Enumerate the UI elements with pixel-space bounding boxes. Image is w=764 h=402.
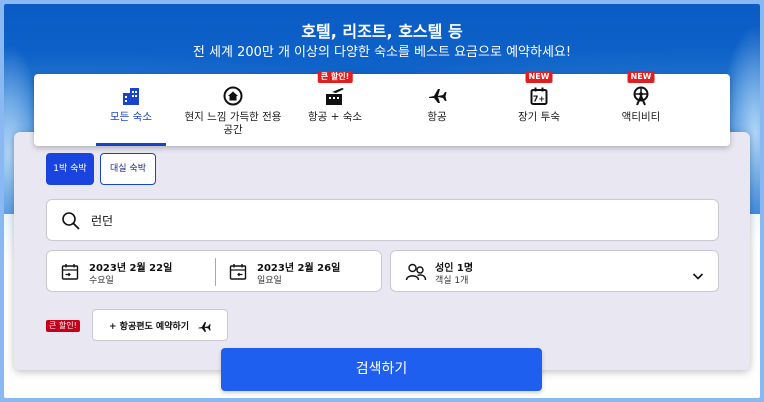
checkin-date-field[interactable]: 2023년 2월 22일 수요일 <box>47 251 215 293</box>
ferris-wheel-icon <box>586 86 696 108</box>
tab-all-stays[interactable]: 모든 숙소 <box>76 74 186 146</box>
chevron-down-icon <box>692 266 704 285</box>
people-icon <box>405 262 427 286</box>
active-tab-indicator <box>96 143 166 146</box>
airplane-icon <box>382 86 492 108</box>
day-use-stay-toggle[interactable]: 대실 숙박 <box>100 153 156 185</box>
airplane-icon <box>197 319 211 338</box>
calendar-7-icon: 7+ <box>484 86 594 108</box>
discount-badge: 큰 할인! <box>46 320 80 332</box>
tab-label: 현지 느낌 가득한 전용 공간 <box>184 111 282 136</box>
guest-count: 성인 1명 <box>435 263 474 274</box>
svg-text:7+: 7+ <box>533 95 545 104</box>
tab-long-stays[interactable]: NEW 7+ 장기 투숙 <box>484 71 594 146</box>
checkout-date: 2023년 2월 26일 <box>257 263 341 274</box>
tab-flight-hotel[interactable]: 큰 할인! 항공 + 숙소 <box>280 71 390 146</box>
app-frame: 호텔, 리조트, 호스텔 등 전 세계 200만 개 이상의 다양한 숙소를 베… <box>4 4 760 398</box>
checkin-date: 2023년 2월 22일 <box>89 263 173 274</box>
product-tabs: 모든 숙소 현지 느낌 가득한 전용 공간 큰 할인! 항공 + 숙소 항공 N… <box>34 71 730 146</box>
tab-flights[interactable]: 항공 <box>382 74 492 146</box>
checkout-day: 일요일 <box>257 276 282 286</box>
discount-badge: 큰 할인! <box>317 71 353 83</box>
search-panel: 1박 숙박 대실 숙박 런던 2023년 2월 22일 수요일 2023년 2월 <box>14 132 750 370</box>
new-badge: NEW <box>627 71 655 83</box>
hotel-building-icon <box>76 86 186 108</box>
search-icon <box>61 211 81 235</box>
checkout-date-field[interactable]: 2023년 2월 26일 일요일 <box>215 251 383 293</box>
calendar-icon <box>229 263 247 285</box>
search-button[interactable]: 검색하기 <box>221 348 542 391</box>
room-count: 객실 1개 <box>435 276 469 286</box>
new-badge: NEW <box>525 71 553 83</box>
tab-label: 모든 숙소 <box>110 111 152 123</box>
flight-hotel-icon <box>280 86 390 108</box>
overnight-stay-toggle[interactable]: 1박 숙박 <box>46 153 94 185</box>
checkin-day: 수요일 <box>89 276 114 286</box>
hero-title: 호텔, 리조트, 호스텔 등 <box>301 22 463 41</box>
hero-subtitle: 전 세계 200만 개 이상의 다양한 숙소를 베스트 요금으로 예약하세요! <box>192 45 572 60</box>
home-icon <box>178 86 288 108</box>
add-flight-button[interactable]: + 항공편도 예약하기 <box>92 309 228 341</box>
destination-value: 런던 <box>91 214 114 228</box>
tab-label: 액티비티 <box>621 111 661 123</box>
add-flight-label: + 항공편도 예약하기 <box>109 322 190 332</box>
tab-label: 장기 투숙 <box>518 111 560 123</box>
destination-search-input[interactable]: 런던 <box>46 199 719 241</box>
tab-private-spaces[interactable]: 현지 느낌 가득한 전용 공간 <box>178 74 288 146</box>
calendar-icon <box>61 263 79 285</box>
tab-label: 항공 + 숙소 <box>307 111 363 123</box>
date-range-picker: 2023년 2월 22일 수요일 2023년 2월 26일 일요일 <box>46 250 382 292</box>
tab-activities[interactable]: NEW 액티비티 <box>586 71 696 146</box>
tab-label: 항공 <box>427 111 447 123</box>
guests-rooms-selector[interactable]: 성인 1명 객실 1개 <box>390 250 719 292</box>
